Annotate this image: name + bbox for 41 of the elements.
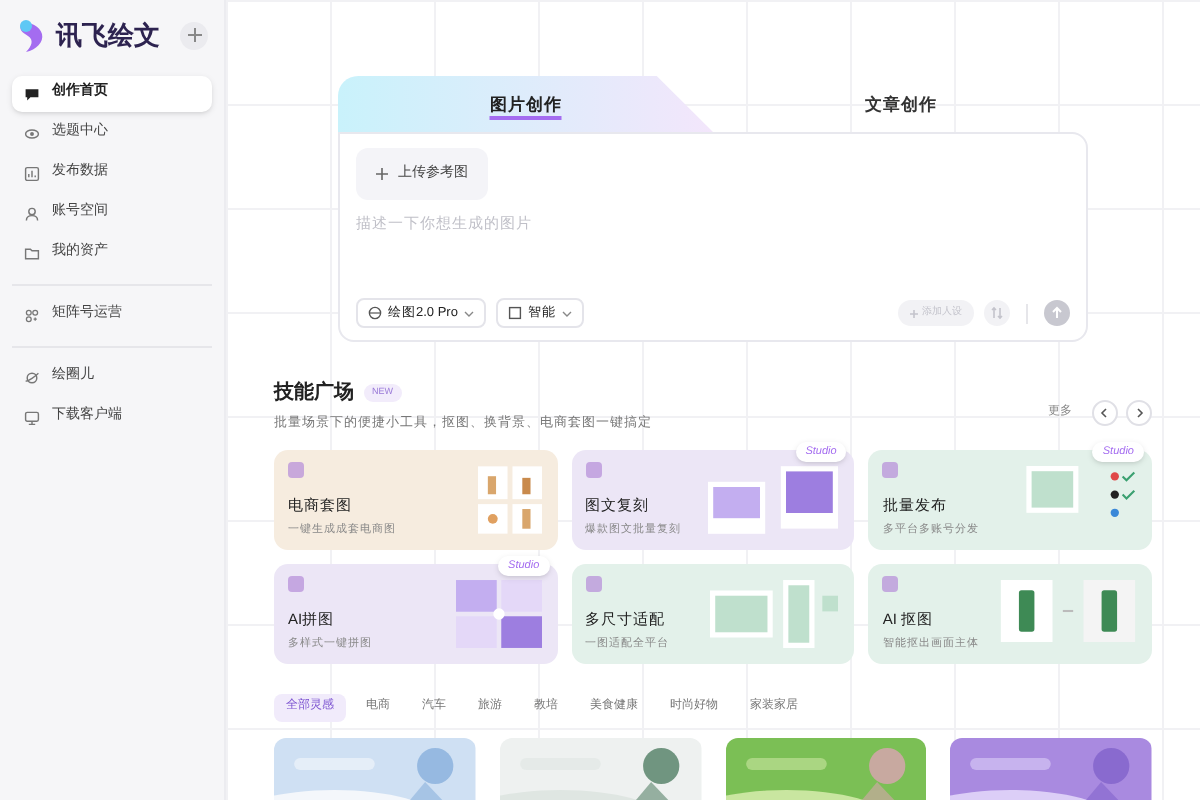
planet-icon	[24, 369, 40, 385]
illustration-drawing	[708, 465, 839, 534]
illustration-drawing	[710, 579, 839, 648]
monitor-icon	[24, 409, 40, 425]
add-button[interactable]	[180, 21, 208, 50]
grid-icon	[24, 307, 40, 323]
folder-icon	[24, 245, 40, 261]
logo-icon	[16, 17, 48, 54]
plus-icon	[187, 28, 201, 43]
card-icon	[288, 575, 304, 592]
chat-icon	[24, 85, 40, 101]
prev-button[interactable]	[1092, 399, 1118, 426]
chevron-left-icon	[1100, 407, 1110, 418]
tab[interactable]: 图片创作	[338, 76, 713, 132]
square-icon	[507, 306, 522, 320]
card-icon	[585, 575, 602, 592]
chevron-right-icon	[1134, 407, 1144, 418]
section-title: 技能广场	[274, 378, 354, 408]
swap-icon	[990, 306, 1004, 320]
user-icon	[24, 205, 40, 221]
plus-icon	[910, 309, 918, 317]
card-icon	[882, 575, 899, 592]
brand-name: 讯飞绘文	[56, 18, 160, 54]
card-icon	[882, 461, 899, 478]
sort-button[interactable]	[984, 300, 1010, 326]
arrow-up-icon	[1050, 306, 1064, 320]
illustration-drawing	[455, 579, 542, 648]
card-icon	[585, 461, 602, 478]
cube-icon	[368, 306, 382, 320]
eye-icon	[24, 125, 40, 141]
illustration-drawing	[1000, 579, 1136, 642]
illustration-drawing	[1026, 465, 1136, 518]
card-icon	[288, 461, 304, 478]
plus-icon	[376, 168, 388, 180]
illustration-drawing	[477, 465, 542, 534]
chart-icon	[24, 165, 40, 181]
next-button[interactable]	[1126, 399, 1152, 426]
tab[interactable]: 文章创作	[713, 76, 1088, 132]
send-button[interactable]	[1044, 300, 1070, 326]
chevron-down-icon	[561, 309, 572, 317]
chevron-down-icon	[463, 309, 474, 317]
